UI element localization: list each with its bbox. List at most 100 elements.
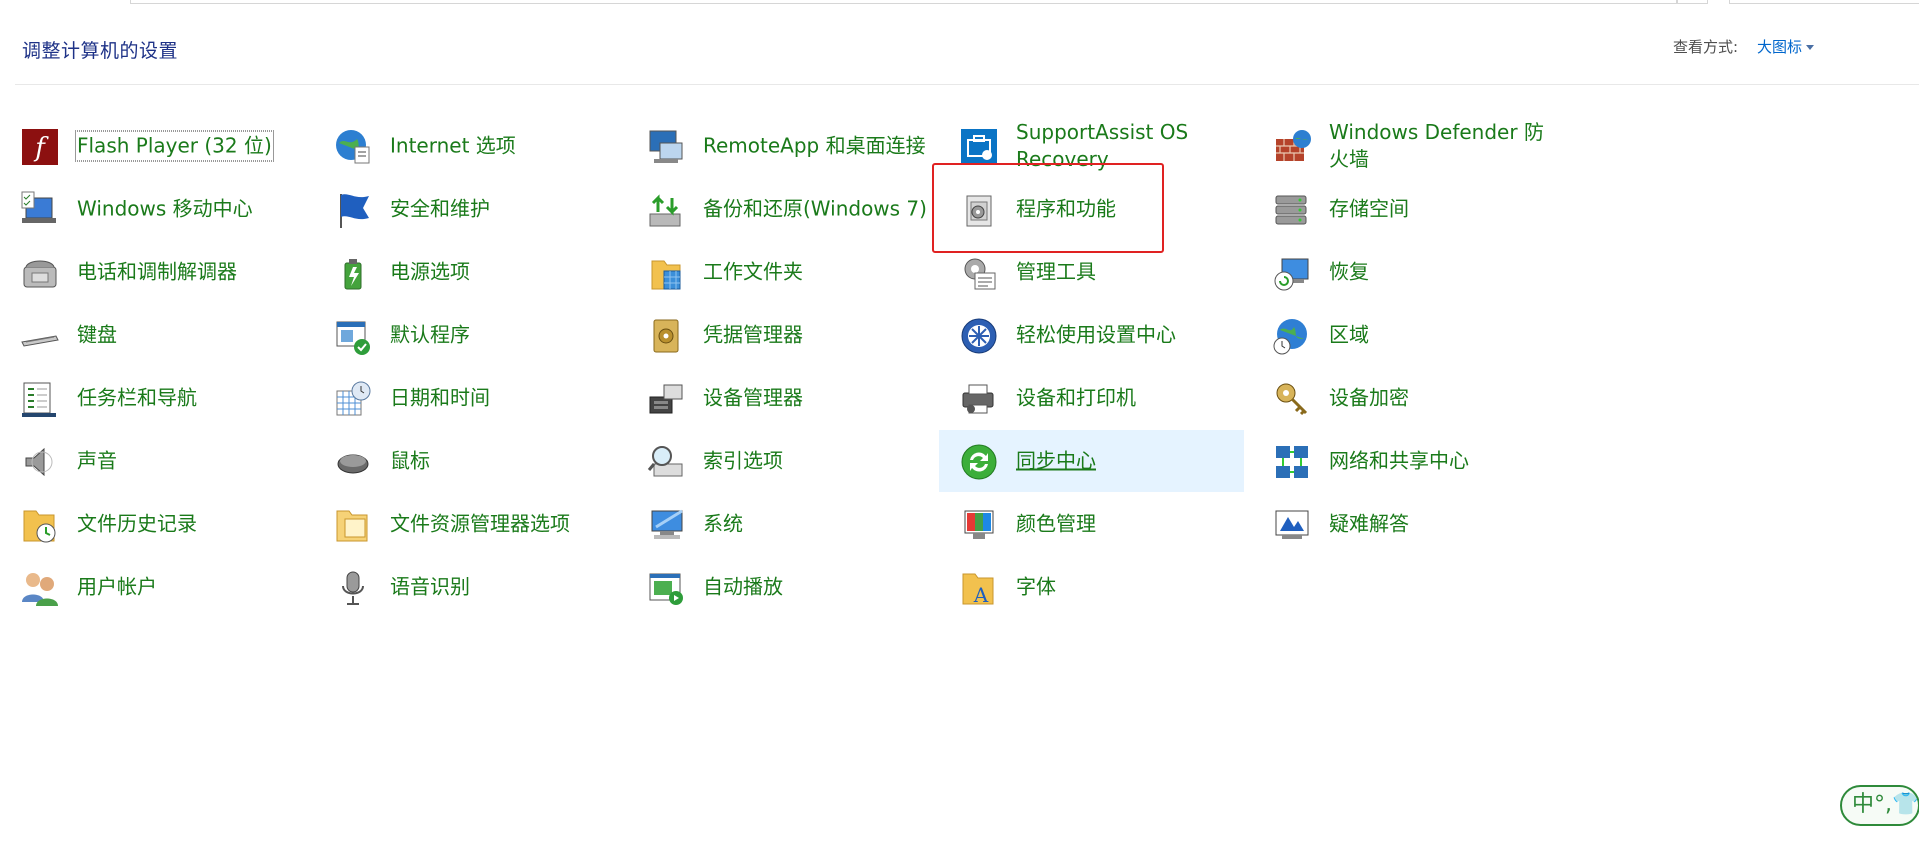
control-panel-item[interactable]: 文件资源管理器选项 <box>313 493 618 555</box>
device-manager-icon <box>649 384 683 414</box>
control-panel-item[interactable]: 声音 <box>0 430 305 492</box>
control-panel-item-label[interactable]: 工作文件夹 <box>703 259 928 286</box>
control-panel-item[interactable]: Internet 选项 <box>313 115 618 177</box>
control-panel-item-label[interactable]: 语音识别 <box>390 574 615 601</box>
user-accounts-icon <box>22 573 58 606</box>
control-panel-item[interactable]: 备份和还原(Windows 7) <box>626 178 931 240</box>
control-panel-item[interactable]: 轻松使用设置中心 <box>939 304 1244 366</box>
chevron-down-icon <box>1806 45 1815 50</box>
color-management-icon <box>964 510 994 539</box>
control-panel-item[interactable]: 程序和功能 <box>939 178 1244 240</box>
ease-of-access-icon <box>961 318 997 354</box>
control-panel-item-label[interactable]: 管理工具 <box>1016 259 1241 286</box>
refresh-button[interactable] <box>1676 0 1708 4</box>
control-panel-item-label[interactable]: 颜色管理 <box>1016 511 1241 538</box>
control-panel-item[interactable]: 设备管理器 <box>626 367 931 429</box>
search-box[interactable] <box>1729 0 1919 4</box>
control-panel-item-label[interactable]: Flash Player (32 位) <box>75 130 274 162</box>
control-panel-item-label[interactable]: Internet 选项 <box>390 133 615 160</box>
control-panel-item-label[interactable]: RemoteApp 和桌面连接 <box>703 133 928 160</box>
address-bar[interactable] <box>130 0 1678 4</box>
control-panel-item[interactable]: 电话和调制解调器 <box>0 241 305 303</box>
ime-indicator[interactable]: 中°,👕 <box>1840 785 1919 826</box>
control-panel-item-label[interactable]: 用户帐户 <box>77 574 302 601</box>
control-panel-item[interactable]: 设备加密 <box>1252 367 1557 429</box>
svg-text:A: A <box>973 583 989 607</box>
control-panel-item-label[interactable]: 键盘 <box>77 322 302 349</box>
control-panel-item-label[interactable]: SupportAssist OS Recovery <box>1016 119 1241 173</box>
programs-features-icon <box>966 195 992 227</box>
control-panel-item-label[interactable]: 日期和时间 <box>390 385 615 412</box>
view-by-dropdown[interactable]: 大图标 <box>1757 36 1815 57</box>
control-panel-item[interactable]: A 字体 <box>939 556 1244 618</box>
control-panel-item[interactable]: f Flash Player (32 位) <box>0 115 305 177</box>
control-panel-item[interactable]: 工作文件夹 <box>626 241 931 303</box>
control-panel-item[interactable]: 任务栏和导航 <box>0 367 305 429</box>
work-folders-icon <box>651 260 681 290</box>
control-panel-item-label[interactable]: 任务栏和导航 <box>77 385 302 412</box>
control-panel-item-label[interactable]: 设备加密 <box>1329 385 1554 412</box>
control-panel-item[interactable]: Windows 移动中心 <box>0 178 305 240</box>
control-panel-item-label[interactable]: 文件资源管理器选项 <box>390 511 615 538</box>
control-panel-item[interactable]: 自动播放 <box>626 556 931 618</box>
mouse-icon <box>337 454 369 474</box>
control-panel-item-label[interactable]: 程序和功能 <box>1016 196 1241 223</box>
control-panel-item-label[interactable]: 设备和打印机 <box>1016 385 1241 412</box>
control-panel-item-label[interactable]: 电话和调制解调器 <box>77 259 302 286</box>
control-panel-item[interactable]: 系统 <box>626 493 931 555</box>
page-title: 调整计算机的设置 <box>22 40 179 62</box>
control-panel-item-label[interactable]: 设备管理器 <box>703 385 928 412</box>
control-panel-item-label[interactable]: 区域 <box>1329 322 1554 349</box>
control-panel-item-label[interactable]: 声音 <box>77 448 302 475</box>
control-panel-item[interactable]: Windows Defender 防火墙 <box>1252 115 1557 177</box>
control-panel-item[interactable]: 网络和共享中心 <box>1252 430 1557 492</box>
control-panel-item-label[interactable]: 恢复 <box>1329 259 1554 286</box>
control-panel-item-label[interactable]: 网络和共享中心 <box>1329 448 1554 475</box>
control-panel-item[interactable]: 凭据管理器 <box>626 304 931 366</box>
autoplay-icon <box>649 573 683 605</box>
control-panel-item[interactable]: 索引选项 <box>626 430 931 492</box>
control-panel-item[interactable]: 电源选项 <box>313 241 618 303</box>
view-by-value[interactable]: 大图标 <box>1757 38 1802 56</box>
control-panel-item-label[interactable]: 索引选项 <box>703 448 928 475</box>
control-panel-item-label[interactable]: 文件历史记录 <box>77 511 302 538</box>
control-panel-item[interactable]: 文件历史记录 <box>0 493 305 555</box>
control-panel-item-label[interactable]: 字体 <box>1016 574 1241 601</box>
control-panel-item[interactable]: 管理工具 <box>939 241 1244 303</box>
control-panel-item[interactable]: 区域 <box>1252 304 1557 366</box>
control-panel-item[interactable]: 语音识别 <box>313 556 618 618</box>
control-panel-item[interactable]: 用户帐户 <box>0 556 305 618</box>
control-panel-item[interactable]: 默认程序 <box>313 304 618 366</box>
control-panel-item[interactable]: 鼠标 <box>313 430 618 492</box>
region-icon <box>1273 319 1307 355</box>
control-panel-item-label[interactable]: 存储空间 <box>1329 196 1554 223</box>
control-panel-item-label[interactable]: 电源选项 <box>390 259 615 286</box>
control-panel-item-label[interactable]: Windows Defender 防火墙 <box>1329 119 1554 173</box>
control-panel-item[interactable]: 疑难解答 <box>1252 493 1557 555</box>
control-panel-item-label[interactable]: 备份和还原(Windows 7) <box>703 196 928 223</box>
control-panel-item[interactable]: 键盘 <box>0 304 305 366</box>
control-panel-item[interactable]: 同步中心 <box>939 430 1244 492</box>
control-panel-item[interactable]: 颜色管理 <box>939 493 1244 555</box>
sync-center-icon <box>961 444 997 480</box>
control-panel-item[interactable]: RemoteApp 和桌面连接 <box>626 115 931 177</box>
control-panel-item[interactable]: 日期和时间 <box>313 367 618 429</box>
control-panel-item-label[interactable]: 鼠标 <box>390 448 615 475</box>
control-panel-item-label[interactable]: 自动播放 <box>703 574 928 601</box>
control-panel-item-label[interactable]: 轻松使用设置中心 <box>1016 322 1241 349</box>
control-panel-item-label[interactable]: 默认程序 <box>390 322 615 349</box>
control-panel-item[interactable]: 安全和维护 <box>313 178 618 240</box>
mobility-center-icon <box>21 191 56 223</box>
control-panel-item[interactable]: SupportAssist OS Recovery <box>939 115 1244 177</box>
firewall-icon <box>1276 130 1311 161</box>
control-panel-item-label[interactable]: 疑难解答 <box>1329 511 1554 538</box>
control-panel-item[interactable]: 设备和打印机 <box>939 367 1244 429</box>
control-panel-item-label[interactable]: 同步中心 <box>1016 448 1241 475</box>
control-panel-item[interactable]: 恢复 <box>1252 241 1557 303</box>
control-panel-item-label[interactable]: 系统 <box>703 511 928 538</box>
control-panel-item-label[interactable]: 凭据管理器 <box>703 322 928 349</box>
control-panel-item-label[interactable]: 安全和维护 <box>390 196 615 223</box>
keyboard-icon <box>21 335 59 347</box>
control-panel-item[interactable]: 存储空间 <box>1252 178 1557 240</box>
control-panel-item-label[interactable]: Windows 移动中心 <box>77 196 302 223</box>
